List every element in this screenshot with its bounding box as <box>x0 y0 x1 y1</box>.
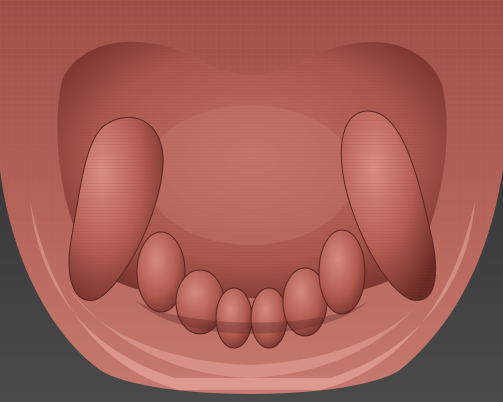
tooth-6[interactable] <box>318 229 366 315</box>
tooth-4[interactable] <box>250 287 288 349</box>
viewport-canvas[interactable] <box>0 0 503 402</box>
tooth-3[interactable] <box>215 287 253 349</box>
sculpt-viewport[interactable] <box>0 0 503 402</box>
